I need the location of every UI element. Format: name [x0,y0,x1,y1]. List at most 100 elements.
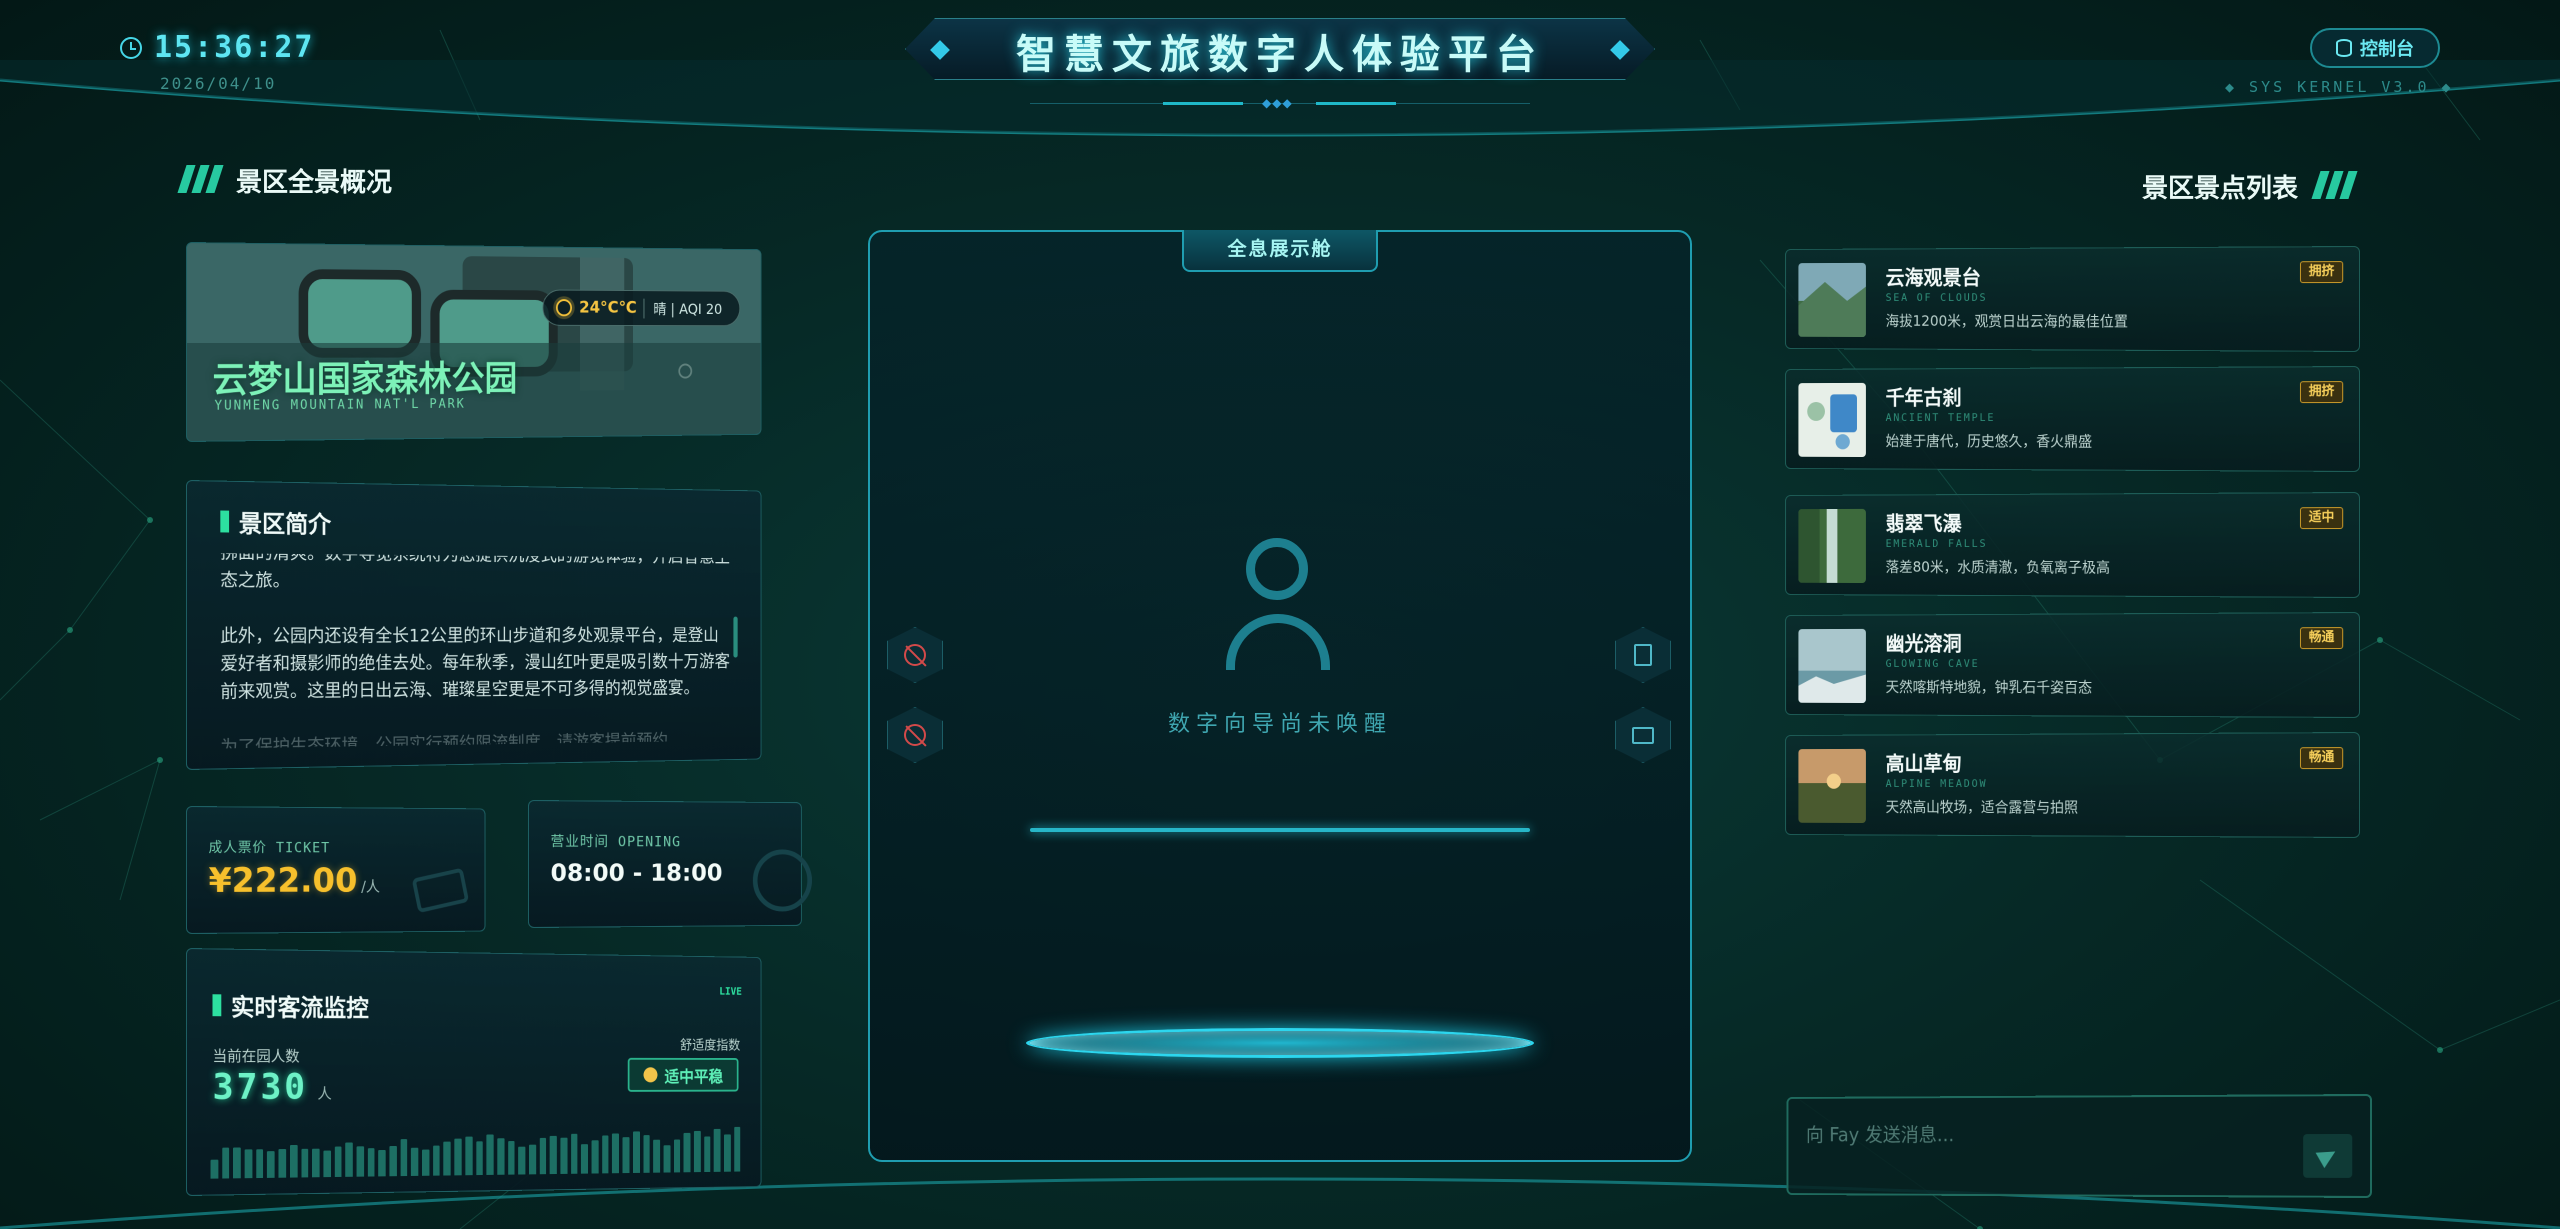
spot-description: 落差80米，水质清澈，负氧离子极高 [1885,558,2111,577]
comfort-dot-icon [643,1067,658,1083]
trend-bar [400,1139,408,1177]
opening-hours: 08:00 - 18:00 [550,859,723,887]
document-icon [1634,644,1652,666]
intro-scrollbar[interactable] [733,616,738,658]
stripes-icon [177,164,224,197]
trend-bar [673,1139,681,1173]
send-icon [2315,1143,2340,1169]
kernel-version: ◆ SYS KERNEL V3.0 ◆ [2225,78,2454,96]
trend-bar [683,1132,691,1173]
crowd-status-badge: 拥挤 [2299,381,2344,404]
current-date: 2026/04/10 [160,74,277,93]
heading-marker [220,509,230,533]
trend-bar [356,1146,364,1177]
trend-bar [422,1149,430,1176]
ticket-unit: /人 [361,877,380,896]
intro-paragraph: 为了保护生态环境，公园实行预约限流制度，请游客提前预约。 [220,730,684,749]
spot-card[interactable]: 云海观景台 SEA OF CLOUDS 海拔1200米，观赏日出云海的最佳位置 … [1785,246,2360,352]
visitor-trend-bars [210,1123,741,1179]
trend-bar [345,1142,353,1177]
hologram-stage [868,230,1692,1162]
trend-bar [301,1148,309,1178]
spot-card[interactable]: 高山草甸 ALPINE MEADOW 天然高山牧场，适合露营与拍照 畅通 [1785,732,2360,838]
spot-name: 千年古刹 [1885,386,1962,410]
title-underline-accent [1316,102,1396,105]
message-input[interactable] [1805,1122,2269,1146]
title-underline-accent [1163,102,1243,105]
spot-thumbnail [1798,508,1866,584]
trend-bar [663,1145,671,1173]
control-panel-label: 控制台 [2360,39,2414,60]
visitor-count-row: 3730 人 [213,1067,332,1108]
intro-heading-text: 景区简介 [238,509,332,539]
spot-description: 天然高山牧场，适合露营与拍照 [1885,798,2079,817]
power-off-icon [904,724,926,746]
clock: 15:36:27 [120,30,315,65]
intro-heading: 景区简介 [220,504,331,540]
spot-card[interactable]: 幽光溶洞 GLOWING CAVE 天然喀斯特地貌，钟乳石千姿百态 畅通 [1785,612,2360,718]
ticket-price: ¥222.00 [208,861,358,901]
trend-bar [643,1135,650,1173]
park-banner: 云梦山国家森林公园 YUNMENG MOUNTAIN NAT'L PARK 24… [186,242,762,442]
spot-name: 翡翠飞瀑 [1885,512,1962,536]
trend-bar [570,1133,578,1174]
spot-card[interactable]: 翡翠飞瀑 EMERALD FALLS 落差80米，水质清澈，负氧离子极高 适中 [1785,492,2360,598]
trend-bar [713,1128,721,1172]
trend-bar [632,1131,640,1173]
ticket-label: 成人票价 TICKET [208,840,331,857]
current-visitors-label: 当前在园人数 [212,1047,300,1066]
page-title: 智慧文旅数字人体验平台 [1016,32,1544,78]
intro-paragraph: 此外，公园内还设有全长12公里的环山步道和多处观景平台，是登山爱好者和摄影师的绝… [220,625,730,703]
comfort-value: 适中平稳 [664,1067,724,1087]
spot-thumbnail [1798,748,1866,824]
comfort-index-badge[interactable]: 适中平稳 [627,1057,739,1092]
flow-heading-text: 实时客流监控 [231,993,369,1023]
trend-bar [312,1148,320,1178]
spot-name-en: ALPINE MEADOW [1885,777,1988,790]
trend-bar [653,1139,661,1173]
stripes-icon [2311,170,2358,203]
park-name: 云梦山国家森林公园 [212,359,518,401]
clock-watermark-icon [752,849,812,912]
trend-bar [528,1144,536,1175]
intro-scroll-area[interactable]: 拂面的清爽。数字导览系统将为您提供沉浸式的游览体验，开启智慧生态之旅。 此外，公… [220,553,731,748]
spot-name: 云海观景台 [1885,266,1981,290]
trend-bar [256,1149,264,1179]
park-name-en: YUNMENG MOUNTAIN NAT'L PARK [214,396,466,414]
trend-bar [581,1144,589,1174]
trend-bar [622,1137,630,1174]
crowd-status-badge: 畅通 [2299,627,2344,650]
crowd-status-badge: 拥挤 [2299,261,2344,284]
left-section-heading: 景区全景概况 [177,162,393,199]
mic-off-icon [904,644,926,666]
trend-bar [591,1140,599,1174]
spot-name-en: EMERALD FALLS [1885,537,1988,550]
trend-bar [733,1126,741,1172]
trend-bar [454,1138,462,1176]
trend-bar [411,1147,419,1176]
trend-bar [475,1141,483,1176]
left-heading-text: 景区全景概况 [236,168,393,198]
trend-bar [560,1137,568,1174]
send-button[interactable] [2303,1134,2353,1178]
screen-icon [1632,726,1654,744]
spot-name: 高山草甸 [1885,752,1962,776]
visitor-flow-card: 实时客流监控 LIVE 当前在园人数 3730 人 舒适度指数 适中平稳 [186,948,762,1196]
right-heading-text: 景区景点列表 [2142,174,2299,204]
trend-bar [378,1149,386,1177]
spot-name-en: GLOWING CAVE [1885,657,1980,670]
hologram-platform [1026,1028,1534,1058]
database-icon [2336,39,2352,57]
spot-card[interactable]: 千年古刹 ANCIENT TEMPLE 始建于唐代，历史悠久，香火鼎盛 拥挤 [1785,366,2360,472]
crowd-status-badge: 适中 [2299,507,2344,530]
spot-name-en: SEA OF CLOUDS [1885,291,1988,304]
trend-bar [323,1150,331,1178]
control-panel-button[interactable]: 控制台 [2310,28,2440,68]
spot-thumbnail [1798,382,1866,458]
trend-bar [497,1138,505,1175]
trend-bar [703,1136,711,1173]
spot-description: 海拔1200米，观赏日出云海的最佳位置 [1885,312,2129,331]
temperature: 24°C℃ [579,298,637,318]
comfort-label: 舒适度指数 [680,1038,741,1054]
live-indicator: LIVE [719,985,742,998]
